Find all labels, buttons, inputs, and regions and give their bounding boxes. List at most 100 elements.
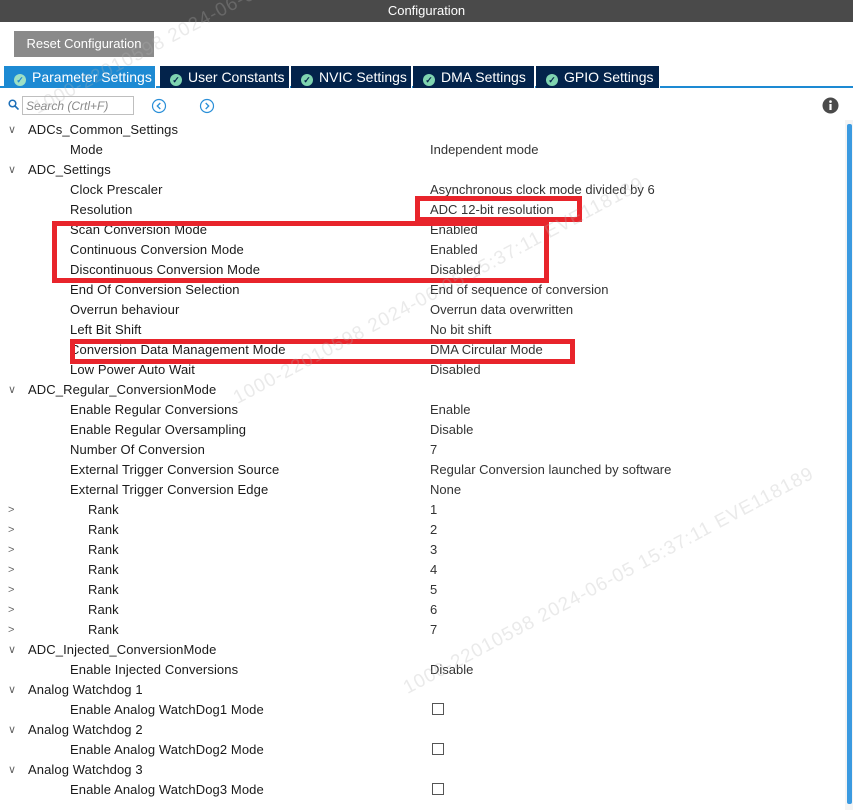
param-label: Low Power Auto Wait — [70, 362, 195, 377]
param-row-watchdog3-mode[interactable]: Enable Analog WatchDog3 Mode — [0, 780, 845, 800]
tree-group-injected-conversion[interactable]: ∨ ADC_Injected_ConversionMode — [0, 640, 845, 660]
param-row-enable-injected[interactable]: Enable Injected Conversions Disable — [0, 660, 845, 680]
param-value[interactable]: Independent mode — [430, 140, 538, 160]
param-value[interactable]: Enabled — [430, 240, 478, 260]
tab-gpio-settings[interactable]: ✓ GPIO Settings — [536, 66, 660, 88]
param-value[interactable]: Disable — [430, 660, 473, 680]
param-value[interactable]: 7 — [430, 620, 437, 640]
chevron-right-icon[interactable]: > — [8, 520, 20, 540]
param-value[interactable]: End of sequence of conversion — [430, 280, 609, 300]
window-title: Configuration — [387, 3, 466, 18]
param-row-trigger-source[interactable]: External Trigger Conversion Source Regul… — [0, 460, 845, 480]
tab-user-constants[interactable]: ✓ User Constants — [160, 66, 290, 88]
param-value[interactable]: 2 — [430, 520, 437, 540]
param-value[interactable]: DMA Circular Mode — [430, 340, 543, 360]
param-row-resolution[interactable]: Resolution ADC 12-bit resolution — [0, 200, 845, 220]
param-row-trigger-edge[interactable]: External Trigger Conversion Edge None — [0, 480, 845, 500]
param-value[interactable]: Overrun data overwritten — [430, 300, 573, 320]
watchdog1-checkbox[interactable] — [432, 703, 444, 715]
tree-group-adc-settings[interactable]: ∨ ADC_Settings — [0, 160, 845, 180]
chevron-right-icon[interactable]: > — [8, 620, 20, 640]
chevron-down-icon[interactable]: ∨ — [8, 160, 20, 180]
param-label: Enable Regular Oversampling — [70, 422, 247, 437]
param-value[interactable]: Enabled — [430, 220, 478, 240]
check-circle-icon: ✓ — [423, 74, 435, 86]
tree-item-rank[interactable]: > Rank 1 — [0, 500, 845, 520]
reset-configuration-button[interactable]: Reset Configuration — [14, 31, 154, 57]
param-value[interactable]: No bit shift — [430, 320, 491, 340]
chevron-right-icon[interactable]: > — [8, 560, 20, 580]
group-title: Analog Watchdog 1 — [28, 682, 143, 697]
tree-group-analog-watchdog-3[interactable]: ∨ Analog Watchdog 3 — [0, 760, 845, 780]
param-row-continuous-conversion[interactable]: Continuous Conversion Mode Enabled — [0, 240, 845, 260]
param-row-low-power-auto-wait[interactable]: Low Power Auto Wait Disabled — [0, 360, 845, 380]
chevron-right-icon[interactable]: > — [8, 580, 20, 600]
watchdog2-checkbox[interactable] — [432, 743, 444, 755]
tree-item-rank[interactable]: > Rank 3 — [0, 540, 845, 560]
param-label: Number Of Conversion — [70, 442, 205, 457]
tab-nvic-settings[interactable]: ✓ NVIC Settings — [291, 66, 412, 88]
param-row-end-of-conversion[interactable]: End Of Conversion Selection End of seque… — [0, 280, 845, 300]
param-label: Rank — [88, 622, 119, 637]
tree-group-analog-watchdog-1[interactable]: ∨ Analog Watchdog 1 — [0, 680, 845, 700]
tree-group-analog-watchdog-2[interactable]: ∨ Analog Watchdog 2 — [0, 720, 845, 740]
tree-item-rank[interactable]: > Rank 6 — [0, 600, 845, 620]
param-value[interactable]: Asynchronous clock mode divided by 6 — [430, 180, 655, 200]
param-row-watchdog2-mode[interactable]: Enable Analog WatchDog2 Mode — [0, 740, 845, 760]
param-row-scan-conversion[interactable]: Scan Conversion Mode Enabled — [0, 220, 845, 240]
scrollbar-thumb[interactable] — [847, 124, 852, 804]
chevron-down-icon[interactable]: ∨ — [8, 380, 20, 400]
param-row-regular-oversampling[interactable]: Enable Regular Oversampling Disable — [0, 420, 845, 440]
chevron-right-icon[interactable] — [199, 98, 215, 114]
watchdog3-checkbox[interactable] — [432, 783, 444, 795]
chevron-down-icon[interactable]: ∨ — [8, 760, 20, 780]
check-circle-icon: ✓ — [14, 74, 26, 86]
param-value[interactable]: ADC 12-bit resolution — [430, 200, 554, 220]
param-value[interactable]: Regular Conversion launched by software — [430, 460, 671, 480]
chevron-right-icon[interactable]: > — [8, 540, 20, 560]
param-value[interactable]: 4 — [430, 560, 437, 580]
param-value[interactable]: Enable — [430, 400, 470, 420]
param-value[interactable]: None — [430, 480, 461, 500]
param-value[interactable]: Disabled — [430, 260, 481, 280]
chevron-left-icon[interactable] — [151, 98, 167, 114]
param-label: Rank — [88, 542, 119, 557]
vertical-scrollbar[interactable] — [845, 120, 853, 810]
chevron-right-icon[interactable]: > — [8, 600, 20, 620]
param-value[interactable]: 6 — [430, 600, 437, 620]
param-value[interactable]: 5 — [430, 580, 437, 600]
tree-item-rank[interactable]: > Rank 5 — [0, 580, 845, 600]
param-value[interactable]: Disabled — [430, 360, 481, 380]
chevron-down-icon[interactable]: ∨ — [8, 120, 20, 140]
tree-item-rank[interactable]: > Rank 7 — [0, 620, 845, 640]
param-row-left-bit-shift[interactable]: Left Bit Shift No bit shift — [0, 320, 845, 340]
tree-item-rank[interactable]: > Rank 4 — [0, 560, 845, 580]
chevron-down-icon[interactable]: ∨ — [8, 680, 20, 700]
param-value[interactable]: 3 — [430, 540, 437, 560]
top-toolbar-area: Reset Configuration — [0, 22, 853, 68]
param-value[interactable]: 1 — [430, 500, 437, 520]
search-input[interactable] — [22, 96, 134, 115]
tree-group-adcs-common[interactable]: ∨ ADCs_Common_Settings — [0, 120, 845, 140]
tab-parameter-settings[interactable]: ✓ Parameter Settings — [4, 66, 156, 88]
info-icon[interactable] — [822, 97, 839, 114]
param-row-mode[interactable]: Mode Independent mode — [0, 140, 845, 160]
chevron-down-icon[interactable]: ∨ — [8, 640, 20, 660]
param-row-number-of-conversion[interactable]: Number Of Conversion 7 — [0, 440, 845, 460]
tree-item-rank[interactable]: > Rank 2 — [0, 520, 845, 540]
check-circle-icon: ✓ — [546, 74, 558, 86]
tree-group-regular-conversion[interactable]: ∨ ADC_Regular_ConversionMode — [0, 380, 845, 400]
param-label: Enable Injected Conversions — [70, 662, 239, 677]
param-row-clock-prescaler[interactable]: Clock Prescaler Asynchronous clock mode … — [0, 180, 845, 200]
chevron-down-icon[interactable]: ∨ — [8, 720, 20, 740]
param-label: End Of Conversion Selection — [70, 282, 240, 297]
param-value[interactable]: Disable — [430, 420, 473, 440]
param-row-enable-regular[interactable]: Enable Regular Conversions Enable — [0, 400, 845, 420]
param-row-data-management[interactable]: Conversion Data Management Mode DMA Circ… — [0, 340, 845, 360]
param-row-overrun[interactable]: Overrun behaviour Overrun data overwritt… — [0, 300, 845, 320]
param-row-watchdog1-mode[interactable]: Enable Analog WatchDog1 Mode — [0, 700, 845, 720]
tab-dma-settings[interactable]: ✓ DMA Settings — [413, 66, 535, 88]
param-row-discontinuous-conversion[interactable]: Discontinuous Conversion Mode Disabled — [0, 260, 845, 280]
param-value[interactable]: 7 — [430, 440, 437, 460]
chevron-right-icon[interactable]: > — [8, 500, 20, 520]
